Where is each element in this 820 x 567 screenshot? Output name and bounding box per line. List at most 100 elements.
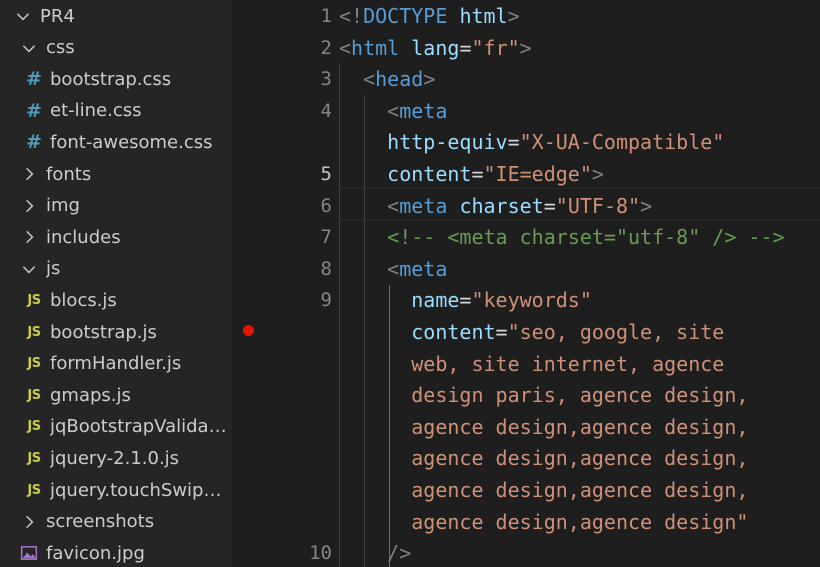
code-token: = (495, 320, 508, 344)
code-token: = (471, 162, 484, 186)
code-area[interactable]: <!DOCTYPE html> <html lang="fr"> <head> <… (339, 0, 820, 567)
file-item-et-line-css[interactable]: # et-line.css (0, 95, 232, 127)
code-token: > (591, 162, 604, 186)
folder-item-img[interactable]: img (0, 190, 232, 222)
folder-item-css[interactable]: css (0, 32, 232, 64)
chevron-right-icon[interactable] (20, 165, 38, 183)
chevron-right-icon[interactable] (20, 197, 38, 215)
code-token: "fr" (471, 35, 520, 60)
code-line[interactable]: content="seo, google, site (339, 316, 820, 348)
code-token: html (459, 4, 508, 28)
tree-item-label: blocs.js (50, 289, 117, 311)
css-file-icon: # (26, 99, 42, 122)
code-line[interactable]: <!DOCTYPE html> (339, 0, 820, 32)
code-token: "UTF-8" (555, 193, 641, 218)
folder-item-pr4[interactable]: PR4 (0, 0, 232, 32)
code-line[interactable]: design paris, agence design, (339, 379, 820, 411)
folder-item-fonts[interactable]: fonts (0, 158, 232, 190)
file-item-formhandler-js[interactable]: JS formHandler.js (0, 348, 232, 380)
code-editor[interactable]: 1 2 3 4 5 6 7 8 9 10 <!DOCTYPE html> <html lang="f… (232, 0, 820, 567)
line-number (262, 348, 332, 380)
code-line[interactable]: web, site internet, agence (339, 348, 820, 380)
chevron-down-icon[interactable] (20, 39, 38, 57)
tree-item-label: et-line.css (50, 100, 142, 122)
code-token: = (459, 35, 472, 60)
chevron-down-icon[interactable] (20, 260, 38, 278)
code-line[interactable]: agence design,agence design, (339, 474, 820, 506)
tree-item-label: bootstrap.js (50, 321, 157, 343)
line-number: 7 (320, 226, 332, 249)
file-item-jqbootstrapvalidatio[interactable]: JS jqBootstrapValidatio... (0, 411, 232, 443)
folder-item-js[interactable]: js (0, 253, 232, 285)
chevron-right-icon[interactable] (20, 228, 38, 246)
code-token: < (339, 35, 352, 60)
line-number (262, 316, 332, 348)
code-line[interactable]: http-equiv="X-UA-Compatible" (339, 126, 820, 158)
code-line[interactable]: <meta (339, 95, 820, 127)
folder-item-includes[interactable]: includes (0, 221, 232, 253)
code-line[interactable]: <html lang="fr"> (339, 32, 820, 64)
file-item-bootstrap-js[interactable]: JS bootstrap.js (0, 316, 232, 348)
line-number: 3 (320, 68, 332, 91)
code-line[interactable]: <head> (339, 63, 820, 95)
chevron-right-icon[interactable] (20, 513, 38, 531)
code-token: > (519, 35, 532, 60)
line-number: 2 (320, 36, 332, 59)
code-token: "keywords" (471, 288, 592, 313)
line-number: 4 (320, 99, 332, 122)
code-line[interactable]: name="keywords" (339, 284, 820, 316)
code-line[interactable]: content="IE=edge"> (339, 158, 820, 190)
file-item-jquery-2-1-0-js[interactable]: JS jquery-2.1.0.js (0, 442, 232, 474)
line-number (262, 126, 332, 158)
line-number (262, 411, 332, 443)
code-line[interactable]: agence design,agence design, (339, 411, 820, 443)
code-token: < (387, 193, 400, 218)
line-number: 6 (320, 194, 332, 217)
file-item-favicon-jpg[interactable]: favicon.jpg (0, 537, 232, 567)
chevron-down-icon[interactable] (14, 7, 32, 25)
file-item-jquery-touchswipe-js[interactable]: JS jquery.touchSwipe.js (0, 474, 232, 506)
code-token: head (375, 67, 424, 92)
tree-item-label: gmaps.js (50, 384, 131, 406)
js-file-icon: JS (27, 419, 41, 435)
breakpoint-icon[interactable] (243, 325, 254, 336)
code-line[interactable]: <!-- <meta charset="utf-8" /> --> (339, 221, 820, 253)
code-line[interactable]: agence design,agence design" (339, 506, 820, 538)
code-token: < (387, 98, 400, 123)
code-token: "seo, google, site (507, 320, 725, 344)
code-line[interactable]: <meta charset="UTF-8"> (339, 190, 820, 222)
code-line[interactable]: /> (339, 537, 820, 567)
file-item-gmaps-js[interactable]: JS gmaps.js (0, 379, 232, 411)
code-token: lang (411, 35, 460, 60)
code-token: agence design,agence design, (339, 478, 749, 502)
tree-item-label: img (46, 195, 80, 217)
file-item-blocs-js[interactable]: JS blocs.js (0, 284, 232, 316)
line-number: 9 (320, 289, 332, 312)
tree-item-label: includes (46, 226, 121, 248)
file-item-bootstrap-css[interactable]: # bootstrap.css (0, 63, 232, 95)
code-token: design paris, agence design, (339, 383, 749, 408)
folder-item-screenshots[interactable]: screenshots (0, 506, 232, 538)
code-token: content (387, 162, 472, 186)
code-token: name (411, 288, 460, 313)
file-item-font-awesome-css[interactable]: # font-awesome.css (0, 126, 232, 158)
js-file-icon: JS (27, 324, 41, 340)
line-number-gutter[interactable]: 1 2 3 4 5 6 7 8 9 10 (232, 0, 332, 567)
css-file-icon: # (26, 131, 42, 154)
code-token: agence design,agence design" (339, 509, 749, 534)
code-token: = (507, 130, 520, 155)
code-line[interactable]: <meta (339, 253, 820, 285)
code-token: http-equiv (387, 130, 508, 155)
tree-item-label: favicon.jpg (46, 542, 145, 564)
tree-item-label: jquery.touchSwipe.js (50, 479, 232, 501)
css-file-icon: # (26, 68, 42, 91)
code-token: = (543, 193, 556, 218)
code-line[interactable]: agence design,agence design, (339, 442, 820, 474)
